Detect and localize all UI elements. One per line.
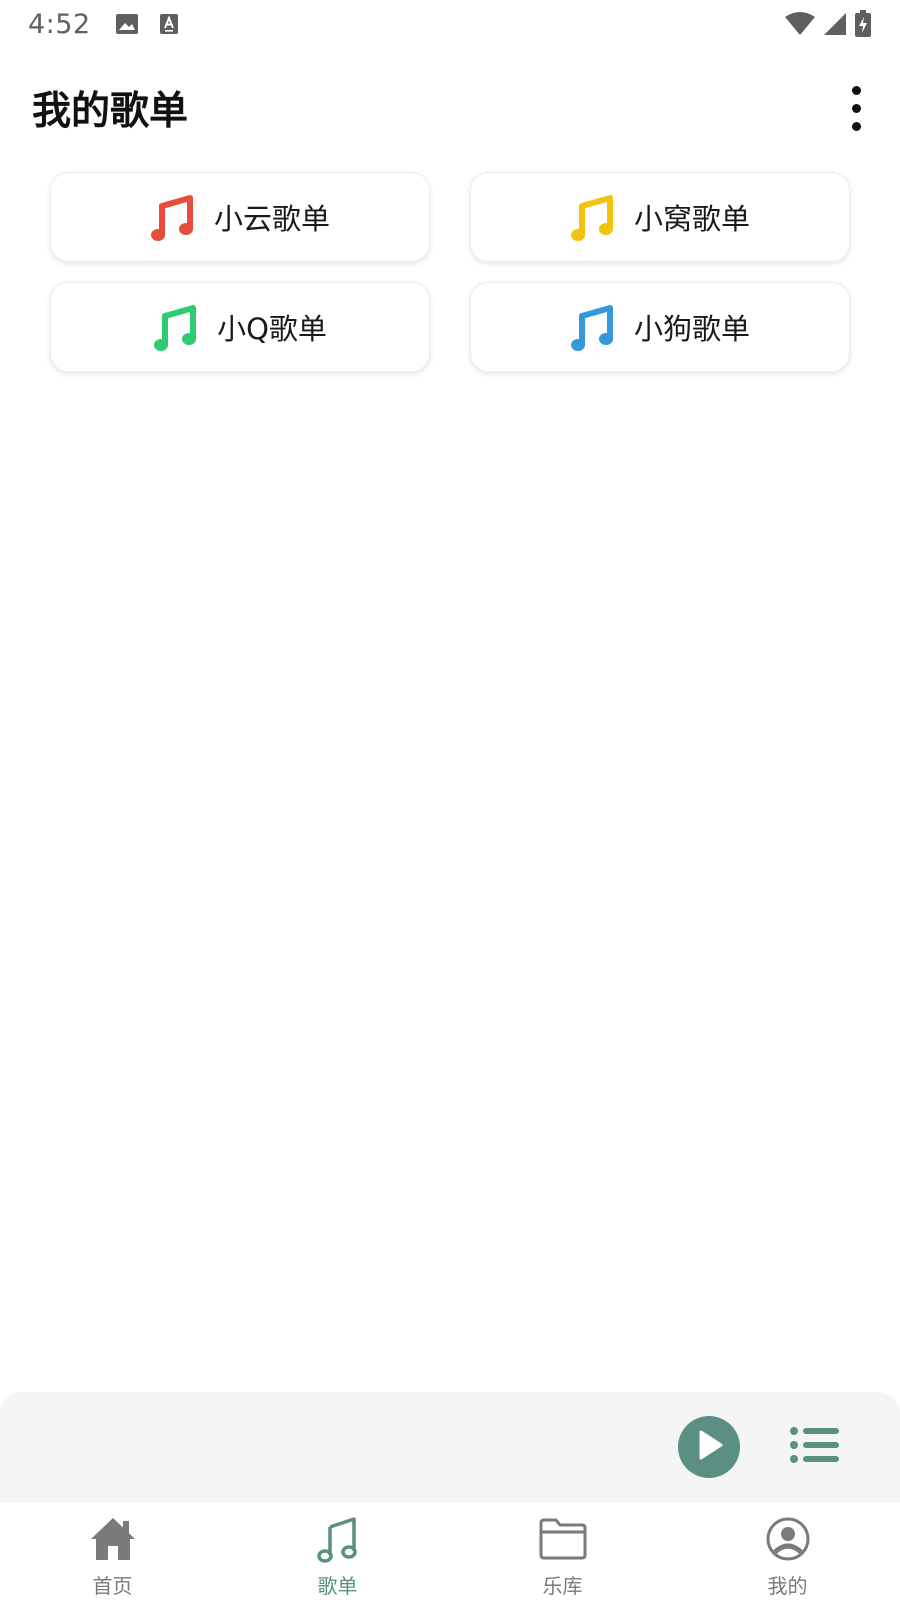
app-header: 我的歌单: [0, 72, 900, 144]
music-note-icon: [570, 302, 614, 352]
bottom-nav: 首页 歌单 乐库 我的: [0, 1502, 900, 1600]
folder-icon: [538, 1514, 588, 1564]
battery-charging-icon: [854, 10, 872, 38]
playlist-card[interactable]: 小云歌单: [50, 172, 430, 262]
nav-label: 首页: [92, 1574, 133, 1598]
playlist-grid: 小云歌单 小窝歌单 小Q歌单 小狗歌单: [50, 172, 850, 372]
account-icon: [765, 1514, 811, 1564]
status-time: 4:52: [28, 8, 91, 40]
music-note-icon: [570, 192, 614, 242]
status-right-icons: [784, 10, 872, 38]
keyboard-a-icon: [159, 13, 179, 35]
play-icon: [691, 1427, 727, 1467]
nav-item-profile[interactable]: 我的: [675, 1502, 900, 1600]
playlist-card[interactable]: 小窝歌单: [470, 172, 850, 262]
more-options-button[interactable]: [832, 76, 880, 140]
wifi-icon: [784, 11, 816, 37]
music-note-icon: [150, 192, 194, 242]
playlist-card[interactable]: 小Q歌单: [50, 282, 430, 372]
nav-label: 我的: [767, 1574, 808, 1598]
playlist-name: 小Q歌单: [217, 312, 327, 346]
more-vert-icon-dot: [851, 103, 861, 113]
more-vert-icon-dot: [851, 121, 861, 131]
playlist-name: 小窝歌单: [633, 202, 750, 236]
mini-player: [0, 1392, 900, 1502]
page-title: 我的歌单: [32, 89, 189, 134]
status-bar: 4:52: [0, 0, 900, 48]
nav-item-library[interactable]: 乐库: [450, 1502, 675, 1600]
queue-button[interactable]: [788, 1422, 842, 1472]
nav-label: 歌单: [317, 1574, 358, 1598]
music-note-icon: [316, 1514, 360, 1564]
signal-icon: [822, 11, 848, 37]
nav-item-home[interactable]: 首页: [0, 1502, 225, 1600]
more-vert-icon: [851, 85, 861, 95]
nav-label: 乐库: [542, 1574, 583, 1598]
play-button[interactable]: [678, 1416, 740, 1478]
playlist-name: 小云歌单: [213, 202, 330, 236]
playlist-card[interactable]: 小狗歌单: [470, 282, 850, 372]
music-note-icon: [153, 302, 197, 352]
playlist-icon: [789, 1425, 841, 1469]
status-left-icons: [115, 13, 179, 35]
playlist-name: 小狗歌单: [633, 312, 750, 346]
image-icon: [115, 13, 139, 35]
home-icon: [89, 1514, 137, 1564]
screen: 4:52 我的歌单 小云歌单 小窝歌单 小Q歌单 小狗歌单 首页 歌单 乐库 我…: [0, 0, 900, 1600]
nav-item-playlists[interactable]: 歌单: [225, 1502, 450, 1600]
